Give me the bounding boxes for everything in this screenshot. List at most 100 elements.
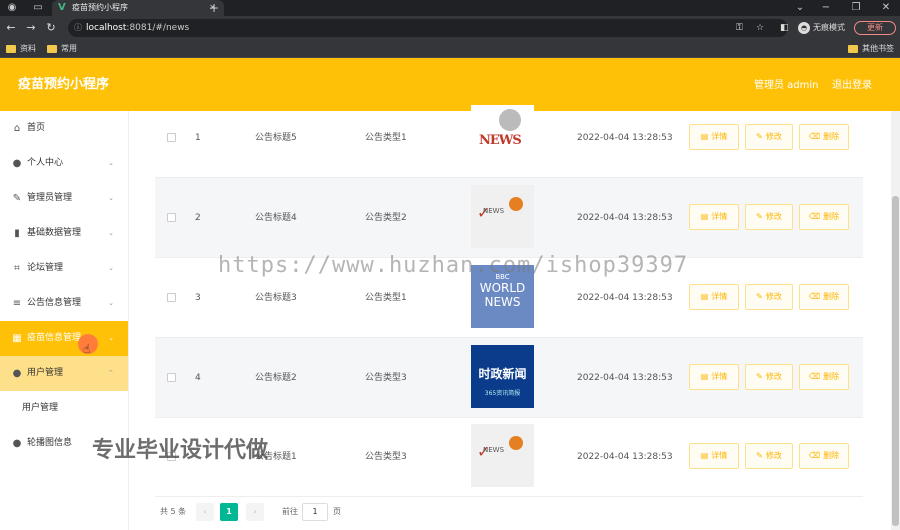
bbc-line2: NEWS bbox=[484, 295, 521, 309]
browser-menu-icon[interactable]: ◉ bbox=[2, 0, 22, 16]
sidebar-subitem-user-management[interactable]: 用户管理 bbox=[0, 391, 128, 426]
delete-button[interactable]: ⌫ 删除 bbox=[799, 124, 849, 150]
prev-page-button[interactable]: ‹ bbox=[196, 503, 214, 521]
row-checkbox[interactable] bbox=[167, 133, 176, 142]
chevron-down-icon: ⌄ bbox=[108, 334, 114, 342]
row-title: 公告标题5 bbox=[255, 133, 297, 143]
sidebar-item-admins[interactable]: ✎ 管理员管理 ⌄ bbox=[0, 181, 128, 216]
bookmark-folder-common[interactable]: 常用 bbox=[47, 42, 77, 56]
edit-icon: ✎ bbox=[756, 451, 763, 460]
edit-label: 修改 bbox=[765, 451, 782, 460]
row-checkbox[interactable] bbox=[167, 293, 176, 302]
delete-button[interactable]: ⌫ 删除 bbox=[799, 364, 849, 390]
bookmark-folder-docs[interactable]: 资料 bbox=[6, 42, 36, 56]
sidebar-item-announcements[interactable]: ≡ 公告信息管理 ⌄ bbox=[0, 286, 128, 321]
news-image-text: NEWS bbox=[483, 207, 505, 215]
detail-button[interactable]: ▤ 详情 bbox=[689, 204, 739, 230]
news-reporter-image: NEWS bbox=[471, 105, 534, 168]
chart-icon: ▮ bbox=[14, 228, 20, 239]
minimize-icon[interactable]: − bbox=[816, 0, 836, 16]
row-checkbox[interactable] bbox=[167, 373, 176, 382]
forward-icon[interactable]: → bbox=[24, 20, 38, 36]
edit-icon: ✎ bbox=[756, 132, 763, 141]
vue-logo-icon: V bbox=[58, 2, 66, 13]
back-icon[interactable]: ← bbox=[4, 20, 18, 36]
user-icon: ● bbox=[12, 368, 22, 379]
sidebar-item-home[interactable]: ⌂ 首页 bbox=[0, 111, 128, 146]
sidepanel-icon[interactable]: ◧ bbox=[780, 20, 789, 36]
detail-button[interactable]: ▤ 详情 bbox=[689, 443, 739, 469]
edit-icon: ✎ bbox=[12, 193, 22, 204]
circle-shape bbox=[509, 197, 523, 211]
goto-page-input[interactable]: 1 bbox=[302, 503, 328, 521]
star-icon[interactable]: ☆ bbox=[756, 20, 764, 36]
row-checkbox[interactable] bbox=[167, 213, 176, 222]
other-bookmarks[interactable]: 其他书签 bbox=[848, 42, 894, 56]
folder-icon bbox=[6, 45, 16, 53]
update-button[interactable]: 更新 bbox=[854, 21, 896, 35]
trash-icon: ⌫ bbox=[808, 212, 821, 221]
row-type: 公告类型3 bbox=[365, 373, 407, 383]
sidebar-item-basic-data[interactable]: ▮ 基础数据管理 ⌄ bbox=[0, 216, 128, 251]
logout-link[interactable]: 退出登录 bbox=[832, 79, 872, 93]
chevron-down-icon: ⌄ bbox=[108, 229, 114, 237]
current-user: 管理员 admin bbox=[754, 80, 819, 91]
chevron-down-icon: ⌄ bbox=[108, 159, 114, 167]
other-bookmarks-label: 其他书签 bbox=[862, 44, 894, 53]
detail-label: 详情 bbox=[711, 292, 728, 301]
tab-title: 疫苗预约小程序 bbox=[72, 3, 128, 12]
vertical-scrollbar[interactable] bbox=[891, 111, 900, 530]
chevron-down-icon: ⌄ bbox=[108, 299, 114, 307]
reload-icon[interactable]: ↻ bbox=[44, 20, 58, 36]
sidebar-item-profile[interactable]: ● 个人中心 ⌄ bbox=[0, 146, 128, 181]
sidebar-item-label: 首页 bbox=[27, 123, 46, 133]
trash-icon: ⌫ bbox=[808, 372, 821, 381]
key-icon[interactable]: ⚿ bbox=[736, 20, 743, 36]
row-time: 2022-04-04 13:28:53 bbox=[577, 373, 673, 383]
sidebar-item-forum[interactable]: ⌗ 论坛管理 ⌄ bbox=[0, 251, 128, 286]
sidebar: ⌂ 首页 ● 个人中心 ⌄ ✎ 管理员管理 ⌄ ▮ 基础数据管理 ⌄ ⌗ 论坛管… bbox=[0, 111, 129, 530]
delete-label: 删除 bbox=[823, 372, 840, 381]
next-page-button[interactable]: › bbox=[246, 503, 264, 521]
edit-button[interactable]: ✎ 修改 bbox=[745, 364, 793, 390]
edit-label: 修改 bbox=[765, 372, 782, 381]
document-icon: ▤ bbox=[700, 451, 709, 460]
bookmark-label: 常用 bbox=[61, 44, 77, 53]
tab-strip-icon[interactable]: ▭ bbox=[28, 0, 48, 16]
delete-button[interactable]: ⌫ 删除 bbox=[799, 284, 849, 310]
url-watermark: https://www.huzhan.com/ishop39397 bbox=[218, 253, 689, 278]
table-row: 1 公告标题5 公告类型1 NEWS 2022-04-04 13:28:53 ▤… bbox=[155, 98, 863, 178]
sidebar-item-label: 论坛管理 bbox=[27, 263, 64, 273]
window-close-icon[interactable]: ✕ bbox=[876, 0, 896, 16]
edit-button[interactable]: ✎ 修改 bbox=[745, 443, 793, 469]
edit-button[interactable]: ✎ 修改 bbox=[745, 124, 793, 150]
incognito-icon: ◓ bbox=[798, 21, 810, 34]
edit-button[interactable]: ✎ 修改 bbox=[745, 284, 793, 310]
sidebar-item-label: 疫苗信息管理 bbox=[27, 333, 82, 343]
url-field[interactable]: ⓘ localhost:8081/#/news bbox=[68, 19, 788, 37]
restore-icon[interactable]: ❐ bbox=[846, 0, 866, 16]
info-icon[interactable]: ⓘ bbox=[74, 19, 82, 37]
page-number-current[interactable]: 1 bbox=[220, 503, 238, 521]
row-time: 2022-04-04 13:28:53 bbox=[577, 452, 673, 462]
incognito-indicator[interactable]: ◓ 无痕模式 bbox=[798, 20, 845, 36]
detail-button[interactable]: ▤ 详情 bbox=[689, 284, 739, 310]
document-icon: ▤ bbox=[700, 212, 709, 221]
new-tab-button[interactable]: + bbox=[206, 0, 222, 16]
row-index: 2 bbox=[195, 213, 201, 223]
delete-label: 删除 bbox=[823, 212, 840, 221]
detail-button[interactable]: ▤ 详情 bbox=[689, 124, 739, 150]
chevron-up-icon: ⌃ bbox=[108, 369, 114, 377]
folder-icon bbox=[47, 45, 57, 53]
edit-button[interactable]: ✎ 修改 bbox=[745, 204, 793, 230]
delete-button[interactable]: ⌫ 删除 bbox=[799, 443, 849, 469]
delete-button[interactable]: ⌫ 删除 bbox=[799, 204, 849, 230]
sidebar-item-users[interactable]: ● 用户管理 ⌃ bbox=[0, 356, 128, 391]
sidebar-item-label: 轮播图信息 bbox=[27, 438, 73, 448]
sidebar-item-vaccines[interactable]: ▦ 疫苗信息管理 ⌄ bbox=[0, 321, 128, 356]
browser-tab[interactable]: V 疫苗预约小程序 ✕ bbox=[52, 0, 224, 16]
tab-search-icon[interactable]: ⌄ bbox=[790, 0, 810, 16]
scrollbar-thumb[interactable] bbox=[892, 196, 899, 526]
detail-button[interactable]: ▤ 详情 bbox=[689, 364, 739, 390]
bookmarks-bar: 资料 常用 其他书签 bbox=[0, 40, 900, 58]
